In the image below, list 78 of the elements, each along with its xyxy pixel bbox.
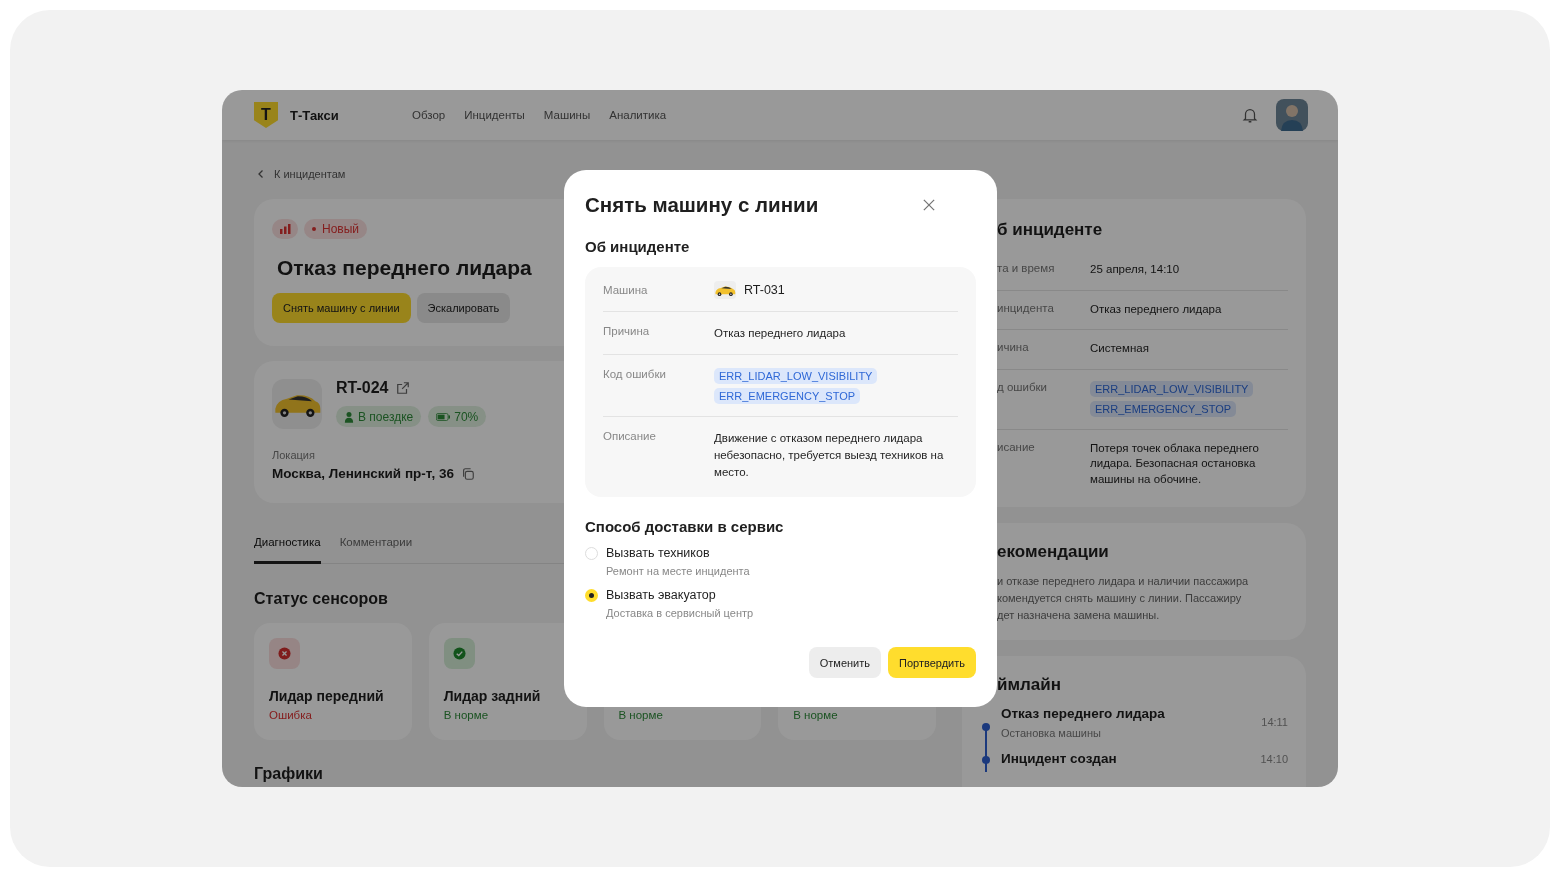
location-label: Локация: [272, 449, 315, 461]
field-value: Отказ переднего лидара: [714, 326, 846, 341]
nav-link[interactable]: Инциденты: [464, 109, 525, 121]
back-link[interactable]: К инцидентам: [254, 166, 346, 182]
panel-title: б инциденте: [997, 219, 1103, 241]
field-label: д ошибки: [997, 380, 1048, 395]
panel-title: ймлайн: [997, 674, 1061, 696]
modal-title: Снять машину с линии: [585, 192, 819, 218]
timeline-dot: [982, 723, 990, 731]
check-icon: [443, 638, 475, 669]
field-label: Код ошибки: [603, 368, 667, 380]
close-icon[interactable]: [923, 199, 935, 211]
tab[interactable]: Диагностика: [254, 536, 321, 564]
option-hint: Ремонт на месте инцидента: [606, 565, 750, 577]
copy-icon[interactable]: [460, 466, 475, 481]
field-value: 25 апреля, 14:10: [1090, 262, 1180, 277]
status-badge: Новый: [304, 219, 368, 239]
error-code-tag: ERR_EMERGENCY_STOP: [1090, 400, 1237, 417]
section-heading: Графики: [254, 764, 323, 784]
vehicle-id: RT-031: [744, 283, 785, 297]
field-label: ичина: [997, 341, 1030, 355]
field-value: Движение с отказом переднего лидара небезопасно, требуется выезд техников на место.: [714, 431, 945, 480]
avatar[interactable]: [1276, 99, 1308, 131]
recommendation-text: дет назначена замена машины.: [997, 608, 1161, 623]
panel-title: екомендации: [997, 541, 1109, 563]
event-time: 14:10: [1260, 753, 1288, 765]
location-address: Москва, Ленинский пр-т, 36: [272, 466, 454, 481]
sensor-name: Лидар передний: [269, 688, 385, 705]
tab[interactable]: Комментарии: [339, 536, 413, 564]
logo: Т: [254, 102, 278, 128]
confirm-button[interactable]: Портвердить: [888, 647, 976, 678]
error-code-tag: ERR_LIDAR_LOW_VISIBILITY: [1090, 380, 1254, 397]
sensor-status: В норме: [443, 709, 490, 721]
radio-button[interactable]: [585, 589, 598, 602]
section-heading: Об инциденте: [585, 237, 690, 257]
nav-link[interactable]: Машины: [543, 109, 591, 121]
option-label: Вызвать техников: [606, 546, 711, 560]
trip-status-badge: В поездке: [336, 406, 422, 427]
sensor-status: В норме: [793, 709, 839, 721]
vehicle-id: RT-024: [336, 379, 389, 397]
recommendation-text: комендуется снять машину с линии. Пассажиру: [997, 591, 1243, 606]
escalate-button[interactable]: Эскалировать: [416, 293, 511, 323]
nav-link[interactable]: Аналитика: [609, 109, 667, 121]
option-label: Вызвать эвакуатор: [606, 588, 717, 602]
sensor-status: Ошибка: [269, 709, 313, 721]
field-label: та и время: [997, 262, 1056, 276]
nav-link[interactable]: Обзор: [412, 109, 446, 121]
field-label: Описание: [603, 430, 657, 442]
field-value: Отказ переднего лидара: [1090, 301, 1222, 317]
external-link-icon[interactable]: [396, 381, 411, 395]
field-label: инцидента: [997, 301, 1055, 316]
field-value: Потеря точек облака переднего лидара. Безопасная остановка машины на обочине.: [1090, 440, 1260, 487]
incident-title: Отказ переднего лидара: [277, 255, 533, 281]
battery-badge: 70%: [428, 406, 487, 427]
field-label: Машина: [603, 284, 649, 296]
recommendation-text: и отказе переднего лидара и наличии пассажира: [997, 574, 1250, 589]
chevron-left-icon: [256, 169, 266, 179]
brand-name: Т-Такси: [290, 107, 339, 123]
error-icon: [269, 638, 300, 669]
field-label: Причина: [603, 325, 651, 337]
sensor-name: Лидар задний: [443, 688, 542, 705]
event-time: 14:11: [1261, 716, 1288, 728]
remove-car-button[interactable]: Снять машину с линии: [272, 293, 411, 323]
section-heading: Способ доставки в сервис: [585, 517, 784, 537]
error-code-tag: ERR_LIDAR_LOW_VISIBILITY: [714, 368, 878, 384]
cancel-button[interactable]: Отменить: [808, 647, 881, 678]
event-title: Отказ переднего лидара: [1001, 706, 1166, 721]
field-label: исание: [997, 440, 1036, 455]
field-value: Системная: [1090, 341, 1149, 356]
section-heading: Статус сенсоров: [254, 589, 388, 609]
sensor-status: В норме: [618, 709, 664, 721]
event-title: Инцидент создан: [1001, 751, 1118, 766]
signal-bars-icon: [272, 219, 298, 239]
timeline-dot: [982, 756, 990, 764]
option-hint: Доставка в сервисный центр: [606, 607, 754, 619]
event-subtitle: Остановка машины: [1001, 727, 1102, 739]
error-code-tag: ERR_EMERGENCY_STOP: [714, 388, 861, 404]
notification-bell-icon[interactable]: [1241, 106, 1259, 124]
